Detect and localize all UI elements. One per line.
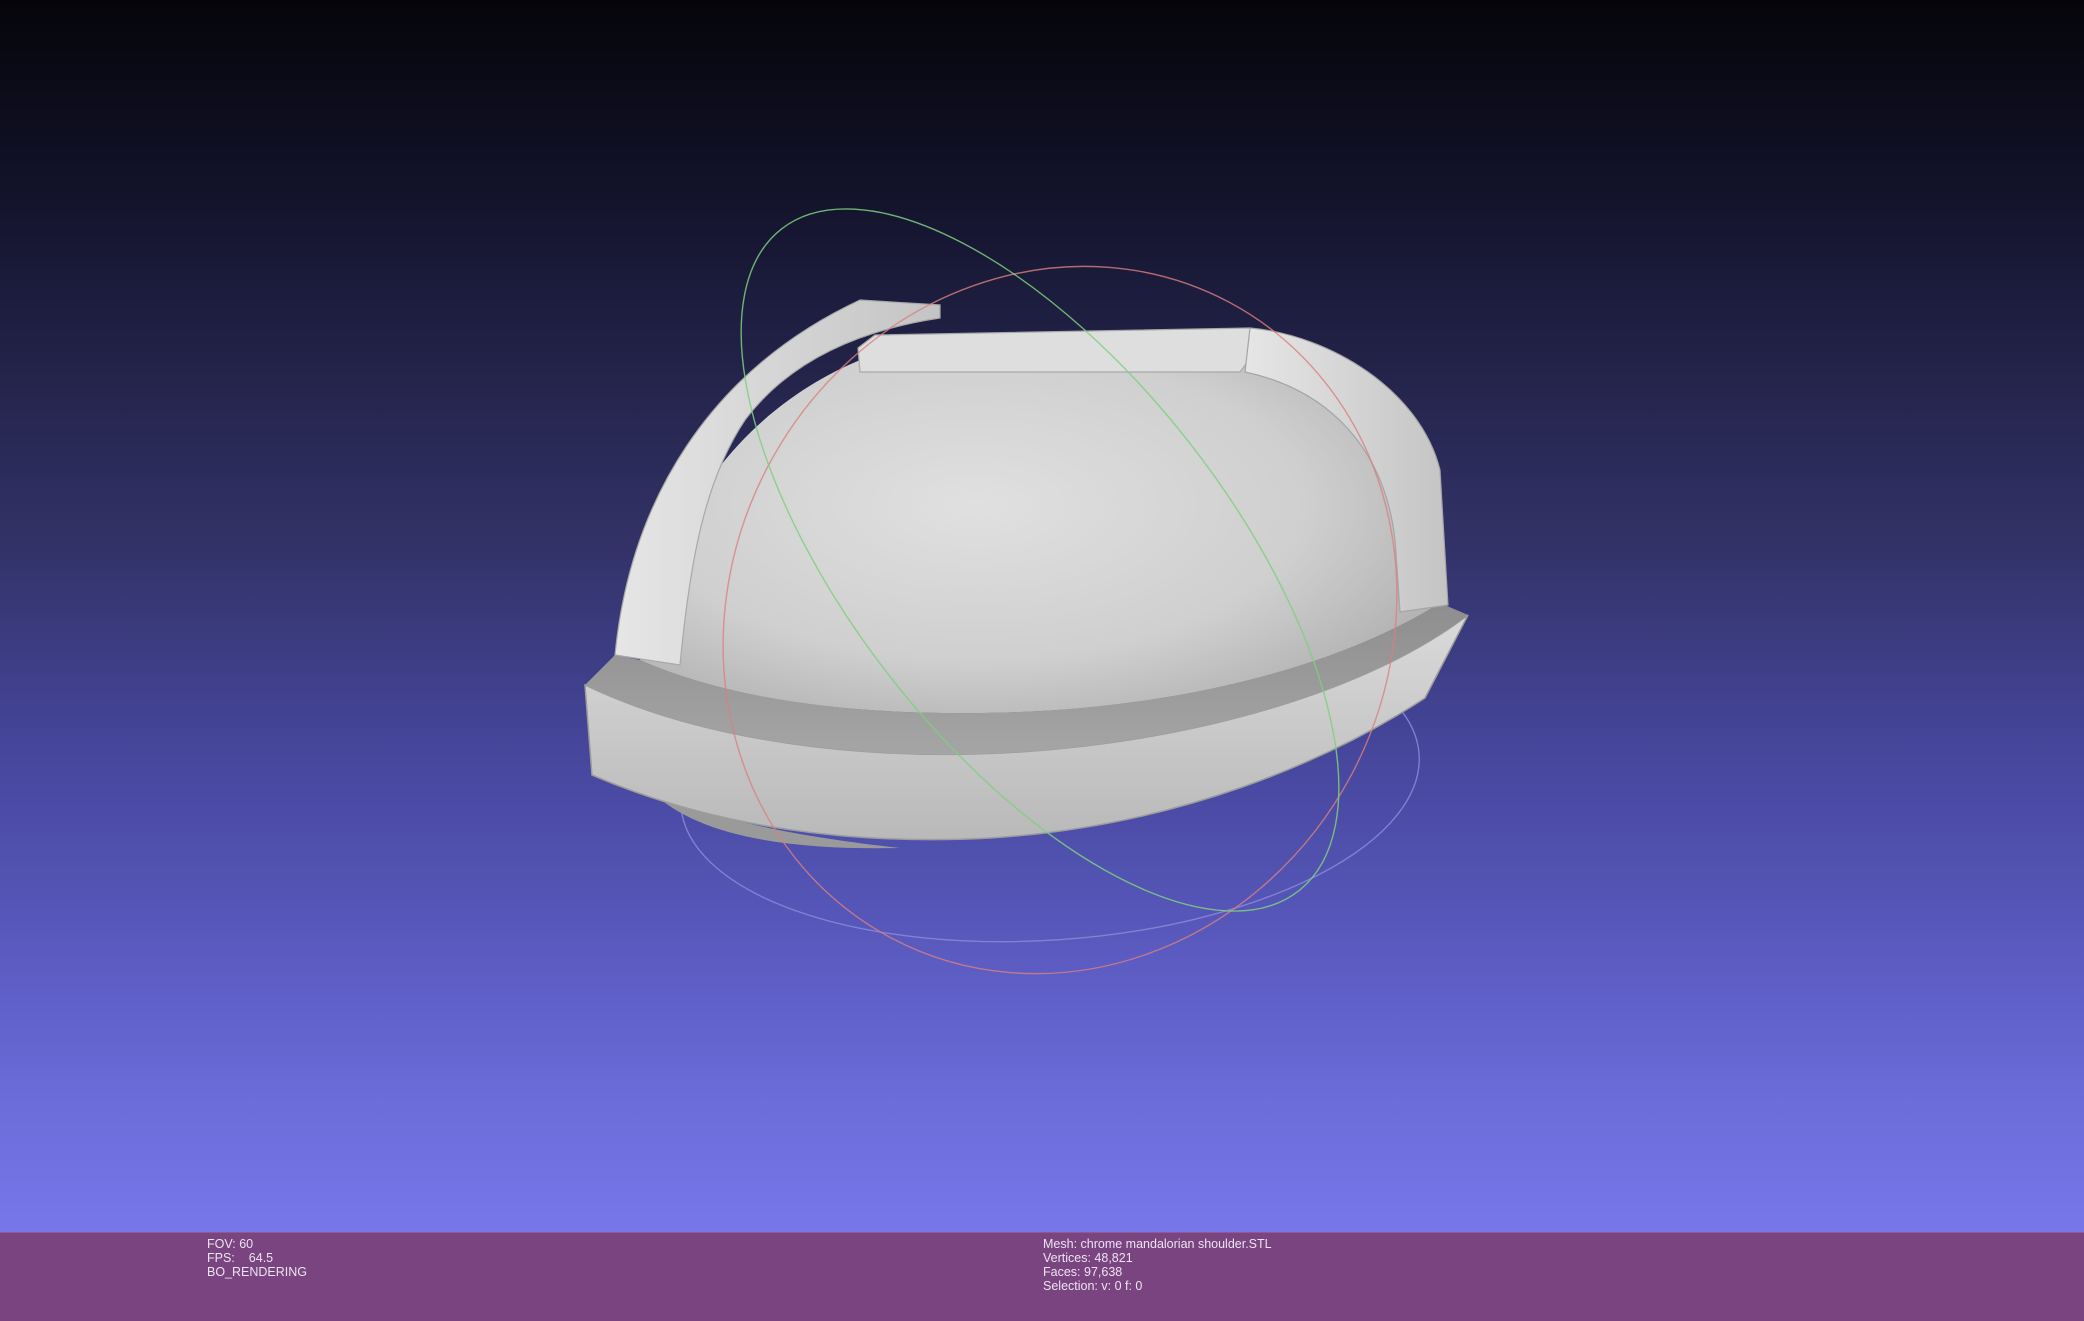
faces-value: 97,638 [1084, 1265, 1123, 1279]
fps-label: FPS: [207, 1251, 235, 1265]
faces-label: Faces: [1043, 1265, 1081, 1279]
mesh-label: Mesh: [1043, 1237, 1078, 1251]
vertices-value: 48,821 [1094, 1251, 1133, 1265]
fov-readout: FOV: 60 [207, 1237, 307, 1251]
mesh-name-readout: Mesh: chrome mandalorian shoulder.STL [1043, 1237, 1272, 1251]
fov-label: FOV: [207, 1237, 236, 1251]
render-info: FOV: 60 FPS: 64.5 BO_RENDERING [207, 1237, 307, 1279]
vertices-readout: Vertices: 48,821 [1043, 1251, 1272, 1265]
selection-value: v: 0 f: 0 [1101, 1279, 1143, 1293]
mesh-info: Mesh: chrome mandalorian shoulder.STL Ve… [1043, 1237, 1272, 1293]
mesh-top-ridge [857, 327, 1261, 373]
fps-readout: FPS: 64.5 [207, 1251, 307, 1265]
3d-viewport[interactable] [0, 0, 2084, 1232]
selection-label: Selection: [1043, 1279, 1098, 1293]
status-bar: FOV: 60 FPS: 64.5 BO_RENDERING Mesh: chro… [0, 1232, 2084, 1321]
mesh-name: chrome mandalorian shoulder.STL [1080, 1237, 1272, 1251]
faces-readout: Faces: 97,638 [1043, 1265, 1272, 1279]
selection-readout: Selection: v: 0 f: 0 [1043, 1279, 1272, 1293]
mesh-render-canvas[interactable] [0, 0, 2084, 1232]
fps-value: 64.5 [248, 1251, 274, 1265]
vertices-label: Vertices: [1043, 1251, 1091, 1265]
fov-value: 60 [239, 1237, 254, 1251]
render-mode: BO_RENDERING [207, 1265, 308, 1279]
